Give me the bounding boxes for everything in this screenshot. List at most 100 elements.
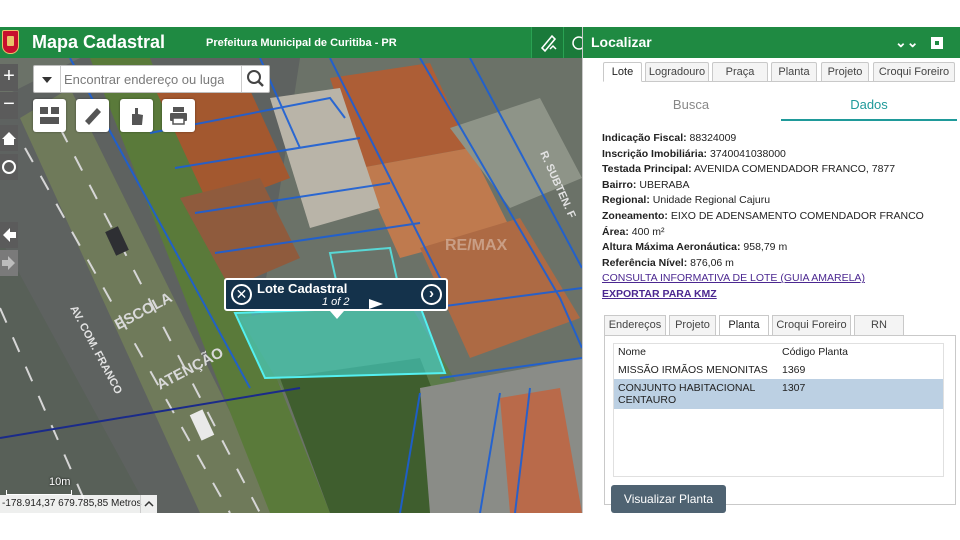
- field-value: AVENIDA COMENDADOR FRANCO, 7877: [694, 163, 896, 176]
- scale-bar-label: 10m: [49, 476, 71, 488]
- search-icon: [247, 70, 264, 87]
- home-icon: [2, 132, 16, 145]
- chevron-up-icon: [144, 500, 154, 507]
- column-header-codigo: Código Planta: [782, 346, 848, 358]
- field-value: 400 m²: [631, 225, 665, 238]
- tab-logradouro[interactable]: Logradouro: [645, 62, 709, 82]
- field-value: UBERABA: [639, 178, 690, 191]
- subtab-rn[interactable]: RN: [854, 315, 904, 336]
- address-search: [33, 65, 270, 93]
- previous-extent-button[interactable]: [0, 222, 18, 248]
- popup-close-icon[interactable]: ✕: [231, 284, 252, 305]
- field-value: 88324009: [689, 132, 737, 144]
- tab-projeto[interactable]: Projeto: [821, 62, 869, 82]
- row-codigo: 1307: [782, 382, 806, 394]
- collapse-panel-icon[interactable]: ⌄⌄: [895, 31, 918, 53]
- search-source-dropdown[interactable]: [34, 66, 61, 92]
- field-label: Referência Nível:: [602, 256, 688, 269]
- subtab-croqui-foreiro[interactable]: Croqui Foreiro: [772, 315, 851, 336]
- table-row[interactable]: MISSÃO IRMÃOS MENONITAS 1369: [614, 361, 943, 378]
- lot-details: Indicação Fiscal: 88324009 Inscrição Imo…: [602, 131, 952, 303]
- field-label: Indicação Fiscal:: [602, 132, 687, 144]
- subtab-enderecos[interactable]: Endereços: [604, 315, 666, 336]
- next-extent-button[interactable]: [0, 250, 18, 276]
- search-input[interactable]: [64, 69, 224, 89]
- app-title: Mapa Cadastral: [32, 32, 166, 52]
- draw-tool-button[interactable]: [76, 99, 109, 132]
- map-watermark: RE/MAX: [445, 237, 508, 254]
- home-button[interactable]: [0, 125, 18, 151]
- city-crest-icon: [2, 30, 19, 54]
- field-indicacao-fiscal: Indicação Fiscal: 88324009: [602, 131, 952, 147]
- feature-popup: ✕ Lote Cadastral 1 of 2 ›: [224, 278, 448, 319]
- popup-zoom-to-icon[interactable]: [369, 299, 383, 309]
- zoom-out-button[interactable]: −: [0, 92, 18, 119]
- panel-title: Localizar: [591, 34, 652, 50]
- field-bairro: Bairro: UBERABA: [602, 178, 952, 194]
- field-label: Inscrição Imobiliária:: [602, 147, 708, 160]
- field-referencia: Referência Nível: 876,06 m: [602, 256, 952, 272]
- tab-croqui-foreiro[interactable]: Croqui Foreiro: [873, 62, 955, 82]
- planta-subpanel: Nome Código Planta MISSÃO IRMÃOS MENONIT…: [604, 335, 956, 505]
- guia-amarela-link[interactable]: CONSULTA INFORMATIVA DE LOTE (GUIA AMARE…: [602, 272, 865, 284]
- row-nome: CONJUNTO HABITACIONAL CENTAURO: [618, 382, 755, 406]
- locate-button[interactable]: [0, 154, 18, 180]
- app-subtitle: Prefeitura Municipal de Curitiba - PR: [206, 37, 397, 49]
- basemap-tool-button[interactable]: [33, 99, 66, 132]
- ruler-icon: [85, 108, 101, 125]
- export-kmz-link[interactable]: EXPORTAR PARA KMZ: [602, 288, 717, 300]
- field-value: 3740041038000: [709, 147, 786, 160]
- arrow-left-icon: [3, 228, 16, 242]
- subtab-planta[interactable]: Planta: [719, 315, 769, 336]
- segment-busca[interactable]: Busca: [603, 93, 779, 121]
- print-tool-button[interactable]: [162, 99, 195, 132]
- main-tabs: Lote Logradouro Praça Planta Projeto Cro…: [603, 62, 955, 82]
- locate-icon: [2, 160, 16, 174]
- field-label: Bairro:: [602, 178, 637, 191]
- coordinates-readout: -178.914,37 679.785,85 Metros: [0, 495, 157, 513]
- table-header: Nome Código Planta: [614, 344, 943, 360]
- field-testada: Testada Principal: AVENIDA COMENDADOR FR…: [602, 162, 952, 178]
- field-label: Regional:: [602, 194, 650, 207]
- field-altura: Altura Máxima Aeronáutica: 958,79 m: [602, 240, 952, 256]
- layers-icon: [572, 36, 586, 50]
- app-root: Mapa Cadastral Prefeitura Municipal de C…: [0, 0, 960, 540]
- field-value: Unidade Regional Cajuru: [652, 194, 771, 207]
- field-regional: Regional: Unidade Regional Cajuru: [602, 193, 952, 209]
- printer-icon: [170, 107, 187, 125]
- view-planta-button[interactable]: Visualizar Planta: [611, 485, 726, 513]
- popup-pager: 1 of 2: [322, 296, 350, 308]
- field-value: 958,79 m: [743, 241, 788, 254]
- popup-title: Lote Cadastral: [257, 281, 348, 296]
- hand-pointer-icon: [132, 108, 143, 125]
- field-label: Zoneamento:: [602, 209, 668, 222]
- row-codigo: 1369: [782, 364, 806, 376]
- field-label: Testada Principal:: [602, 163, 692, 176]
- zoom-in-button[interactable]: +: [0, 64, 18, 91]
- measure-tool-icon: [540, 34, 557, 53]
- coordinates-value: -178.914,37 679.785,85 Metros: [2, 498, 142, 509]
- segment-dados[interactable]: Dados: [781, 93, 957, 121]
- popup-next-icon[interactable]: ›: [421, 284, 442, 305]
- measure-tool-button[interactable]: [531, 27, 563, 58]
- tab-lote[interactable]: Lote: [603, 62, 642, 82]
- field-label: Área:: [602, 225, 629, 238]
- map-view[interactable]: AV. COM. FRANCO R. SUBTEN. F ESCOLA ATEN…: [0, 58, 582, 513]
- maximize-panel-icon[interactable]: [925, 31, 947, 53]
- column-header-nome: Nome: [618, 346, 647, 358]
- table-row-selected[interactable]: CONJUNTO HABITACIONAL CENTAURO 1307: [614, 379, 943, 409]
- layout-icon: [40, 107, 59, 124]
- subtab-projeto[interactable]: Projeto: [669, 315, 716, 336]
- layers-tool-button[interactable]: [563, 27, 586, 58]
- arrow-right-icon: [2, 256, 15, 270]
- tab-planta[interactable]: Planta: [771, 62, 817, 82]
- field-value: 876,06 m: [690, 256, 734, 269]
- search-button[interactable]: [241, 66, 269, 92]
- planta-table: Nome Código Planta MISSÃO IRMÃOS MENONIT…: [613, 343, 944, 477]
- tab-praca[interactable]: Praça: [712, 62, 768, 82]
- field-value: EIXO DE ADENSAMENTO COMENDADOR FRANCO: [670, 209, 924, 222]
- field-zoneamento: Zoneamento: EIXO DE ADENSAMENTO COMENDAD…: [602, 209, 952, 225]
- identify-tool-button[interactable]: [120, 99, 153, 132]
- coordinates-toggle[interactable]: [140, 495, 156, 513]
- field-label: Altura Máxima Aeronáutica:: [602, 241, 741, 254]
